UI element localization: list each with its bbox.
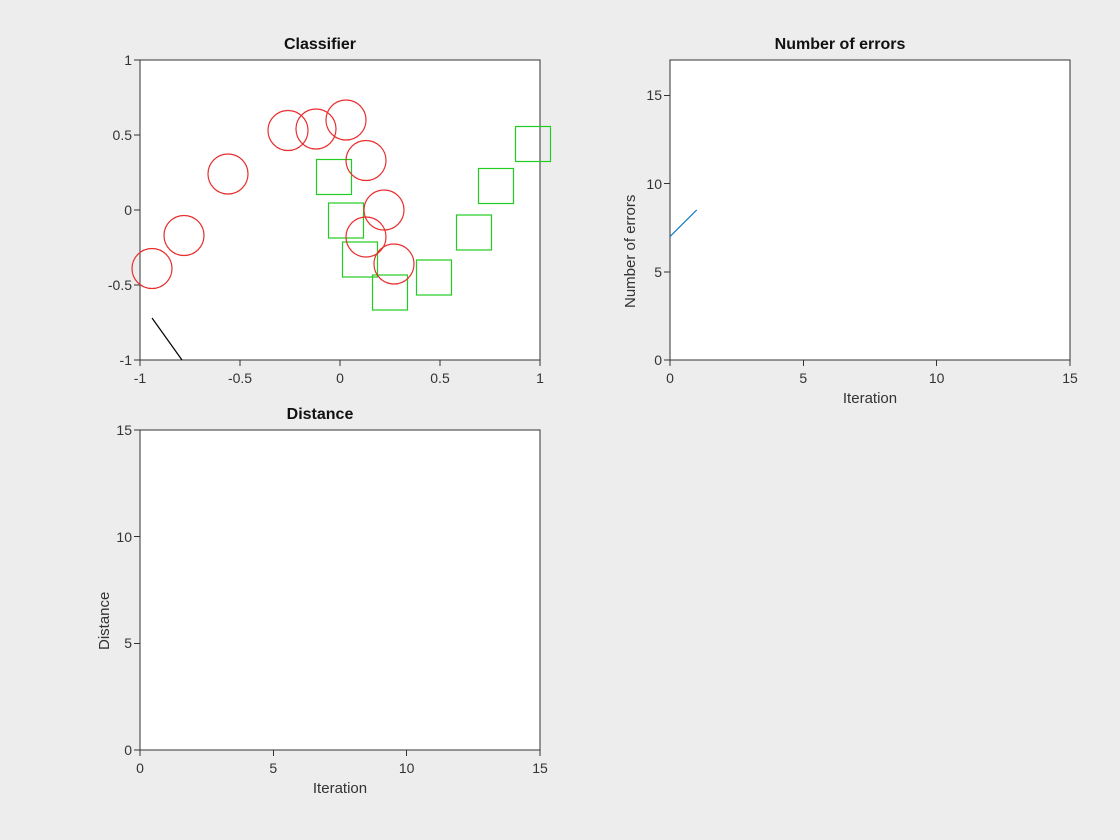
xtick: 15: [532, 760, 548, 776]
chart-distance: Distance Distance Iteration 0 5 10 15 0 …: [80, 410, 560, 810]
errors-plot-area: [600, 40, 1080, 420]
ylabel: Number of errors: [622, 195, 639, 308]
xtick: 5: [799, 370, 807, 386]
ytick: 0: [100, 202, 132, 218]
chart-classifier: Classifier: [80, 40, 560, 410]
xtick: 15: [1062, 370, 1078, 386]
xtick: -1: [134, 370, 146, 386]
ytick: 1: [100, 52, 132, 68]
xtick: 5: [269, 760, 277, 776]
xtick: 10: [929, 370, 945, 386]
ytick: -0.5: [100, 277, 132, 293]
ytick: 15: [636, 87, 662, 103]
chart-title: Distance: [80, 406, 560, 424]
ytick: -1: [100, 352, 132, 368]
ytick: 0: [106, 742, 132, 758]
xtick: 1: [536, 370, 544, 386]
xtick: -0.5: [228, 370, 252, 386]
chart-title: Number of errors: [600, 36, 1080, 54]
ytick: 10: [636, 176, 662, 192]
xtick: 0.5: [430, 370, 449, 386]
ytick: 0.5: [100, 127, 132, 143]
ytick: 10: [106, 529, 132, 545]
ytick: 0: [636, 352, 662, 368]
chart-errors: Number of errors Number of errors Iterat…: [600, 40, 1080, 420]
xtick: 0: [136, 760, 144, 776]
ytick: 5: [106, 635, 132, 651]
classifier-plot-area: [80, 40, 560, 410]
ytick: 15: [106, 422, 132, 438]
chart-title: Classifier: [80, 36, 560, 54]
xtick: 0: [336, 370, 344, 386]
figure: { "chart_data": [ { "type": "scatter", "…: [0, 0, 1120, 840]
xlabel: Iteration: [670, 390, 1070, 407]
xtick: 0: [666, 370, 674, 386]
distance-plot-area: [80, 410, 560, 810]
xtick: 10: [399, 760, 415, 776]
ytick: 5: [636, 264, 662, 280]
xlabel: Iteration: [140, 780, 540, 797]
